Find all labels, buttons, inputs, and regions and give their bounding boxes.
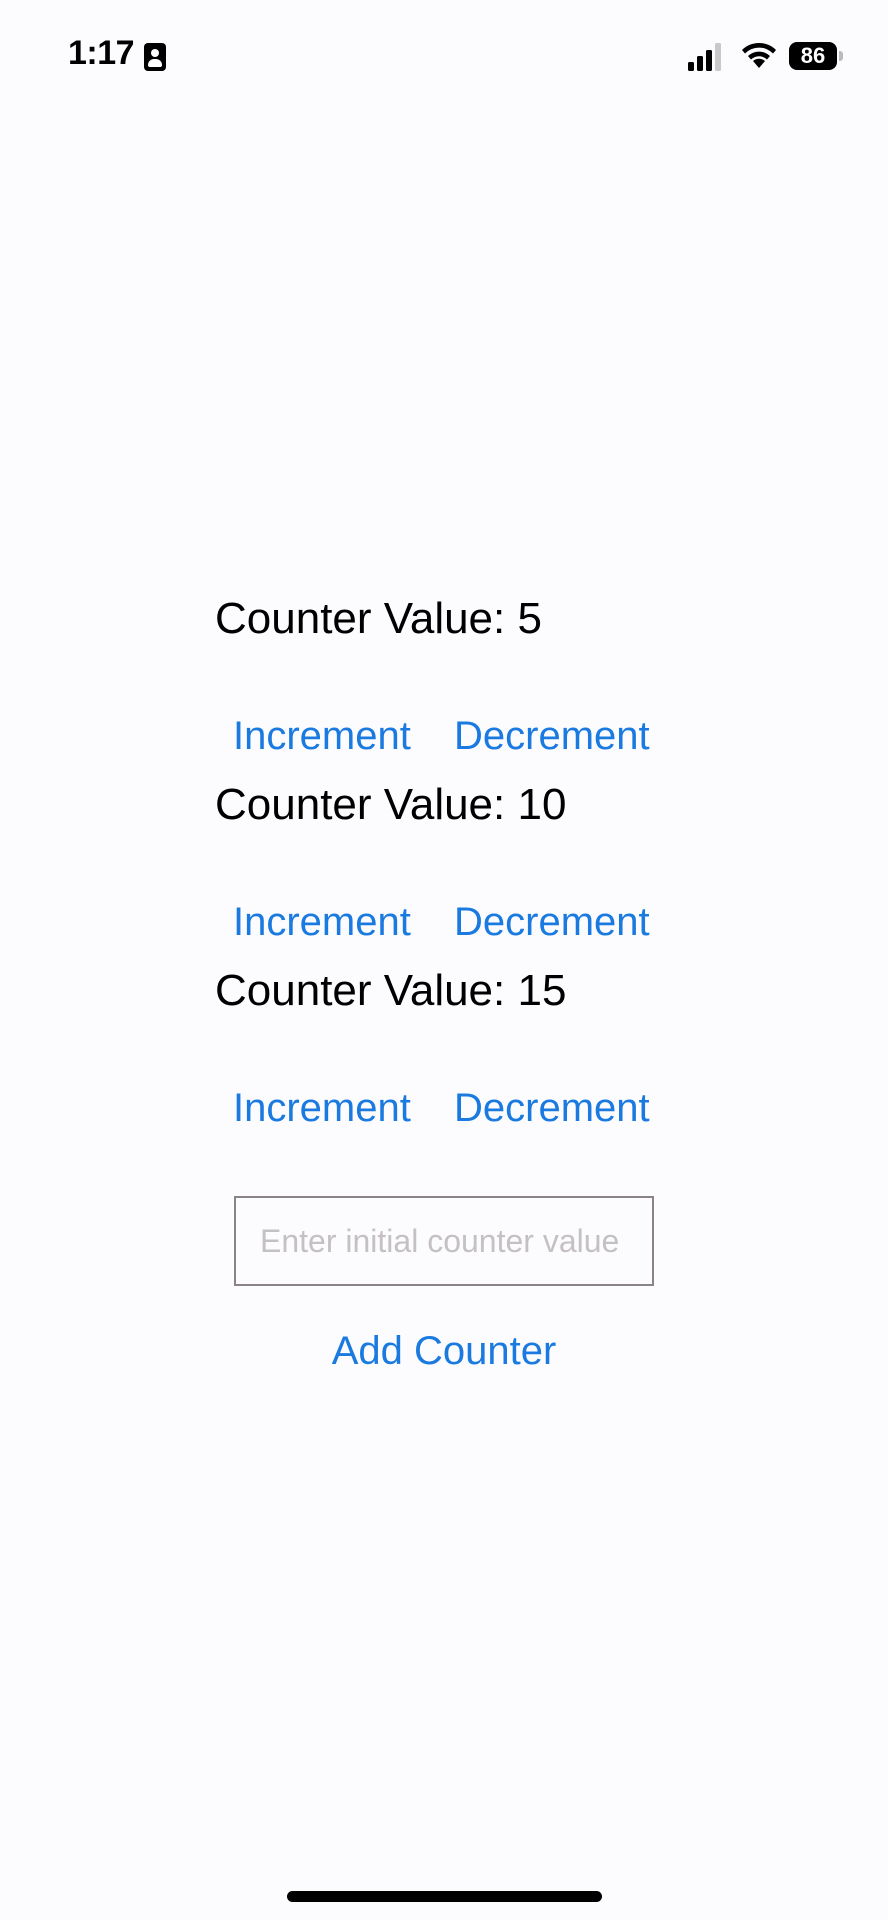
decrement-button[interactable]: Decrement — [454, 713, 650, 759]
decrement-button[interactable]: Decrement — [454, 899, 650, 945]
home-indicator[interactable] — [287, 1891, 602, 1902]
add-counter-button[interactable]: Add Counter — [0, 1328, 888, 1374]
status-time: 1:17 — [68, 34, 135, 72]
increment-button[interactable]: Increment — [233, 1085, 411, 1131]
battery-icon: 86 — [789, 42, 845, 70]
increment-button[interactable]: Increment — [233, 713, 411, 759]
battery-level: 86 — [789, 42, 837, 70]
id-card-icon — [144, 43, 166, 71]
counter-value-label: Counter Value: 10 — [215, 780, 567, 829]
status-bar: 1:17 86 — [0, 0, 888, 110]
wifi-icon — [742, 42, 776, 68]
signal-icon — [688, 43, 721, 71]
initial-value-input[interactable] — [234, 1196, 654, 1286]
counter-value-label: Counter Value: 15 — [215, 966, 567, 1015]
counter-value-label: Counter Value: 5 — [215, 594, 542, 643]
decrement-button[interactable]: Decrement — [454, 1085, 650, 1131]
increment-button[interactable]: Increment — [233, 899, 411, 945]
battery-tip — [839, 51, 843, 61]
